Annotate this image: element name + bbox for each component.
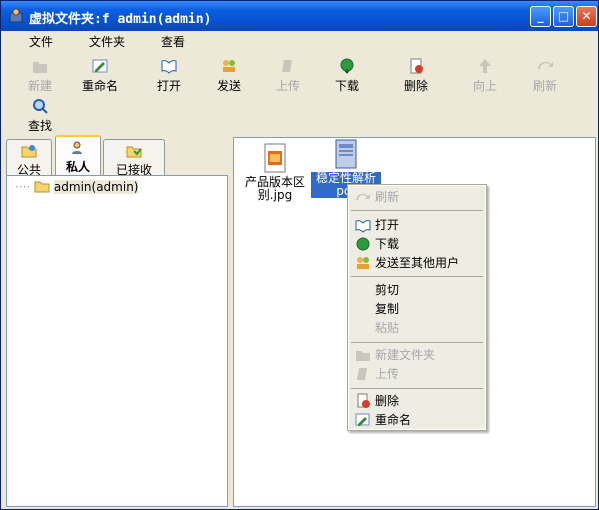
up-arrow-icon: [479, 59, 491, 73]
public-folder-icon: [21, 145, 37, 158]
menu-separator: [351, 342, 483, 343]
download-globe-icon: [356, 237, 370, 251]
upload-icon: [357, 368, 367, 380]
image-file-icon: [264, 143, 286, 173]
folder-pane: 公共 私人 已接收 ···· admin(admin): [6, 135, 228, 507]
refresh-icon: [356, 193, 370, 200]
toolbar: 新建 重命名 打开 发送 上传 下载 删除 向上 刷新 查找: [1, 52, 598, 134]
new-folder-icon: [356, 351, 370, 361]
ctx-cut[interactable]: 剪切: [349, 281, 485, 299]
download-button[interactable]: 下载: [319, 57, 375, 94]
ctx-delete[interactable]: 删除: [349, 392, 485, 410]
window-title: 虚拟文件夹:f admin(admin): [29, 12, 212, 27]
folder-tree: ···· admin(admin): [6, 175, 228, 507]
send-users-icon: [357, 257, 369, 269]
app-icon: [9, 8, 23, 23]
folder-open-icon: [34, 181, 50, 193]
menu-file[interactable]: 文件: [29, 33, 53, 50]
ctx-rename[interactable]: 重命名: [349, 411, 485, 429]
send-button[interactable]: 发送: [201, 57, 257, 94]
menu-separator: [351, 388, 483, 389]
open-button[interactable]: 打开: [141, 57, 197, 94]
app-window: 虚拟文件夹:f admin(admin) _ □ ✕ 文件 文件夹 查看 新建 …: [0, 0, 599, 510]
new-icon: [33, 62, 47, 73]
download-globe-icon: [340, 58, 354, 74]
pdf-file-icon: [335, 139, 357, 169]
ctx-new-folder[interactable]: 新建文件夹: [349, 346, 485, 364]
delete-icon: [410, 58, 423, 74]
delete-button[interactable]: 删除: [388, 57, 444, 94]
tab-received[interactable]: 已接收: [103, 139, 165, 177]
ctx-send-to-others[interactable]: 发送至其他用户: [349, 254, 485, 272]
maximize-button[interactable]: □: [553, 6, 574, 27]
menu-separator: [351, 276, 483, 277]
delete-icon: [357, 393, 370, 408]
close-button[interactable]: ✕: [576, 6, 597, 27]
ctx-upload[interactable]: 上传: [349, 365, 485, 383]
ctx-paste[interactable]: 粘贴: [349, 319, 485, 337]
new-button[interactable]: 新建: [12, 57, 68, 94]
file-name: 产品版本区 别.jpg: [244, 175, 305, 202]
minimize-button[interactable]: _: [530, 6, 551, 27]
tab-private[interactable]: 私人: [55, 135, 101, 176]
ctx-refresh[interactable]: 刷新: [349, 188, 485, 206]
upload-icon: [282, 60, 292, 72]
tree-line: ····: [15, 180, 31, 194]
open-book-icon: [355, 220, 371, 233]
find-button[interactable]: 查找: [12, 97, 68, 134]
open-book-icon: [161, 60, 177, 74]
ctx-open[interactable]: 打开: [349, 216, 485, 234]
send-users-icon: [223, 60, 235, 72]
tree-item-label: admin(admin): [53, 180, 139, 194]
menu-folder[interactable]: 文件夹: [89, 33, 125, 50]
refresh-button[interactable]: 刷新: [517, 57, 573, 94]
rename-icon: [92, 59, 108, 73]
title-bar[interactable]: 虚拟文件夹:f admin(admin) _ □ ✕: [1, 1, 598, 31]
context-menu: 刷新 打开 下载 发送至其他用户 剪切 复制 粘贴 新建文件夹 上传 删除 重命…: [347, 184, 487, 431]
menu-view[interactable]: 查看: [161, 33, 185, 50]
ctx-copy[interactable]: 复制: [349, 300, 485, 318]
upload-button[interactable]: 上传: [260, 57, 316, 94]
menu-separator: [351, 210, 483, 211]
tree-item-admin[interactable]: ···· admin(admin): [15, 179, 139, 194]
private-user-icon: [72, 141, 82, 154]
rename-icon: [355, 413, 370, 426]
folder-tabs: 公共 私人 已接收: [6, 135, 228, 177]
ctx-download[interactable]: 下载: [349, 235, 485, 253]
up-button[interactable]: 向上: [457, 57, 513, 94]
refresh-icon: [538, 61, 553, 69]
received-folder-icon: [126, 146, 142, 158]
menu-bar: 文件 文件夹 查看: [1, 31, 598, 51]
file-item[interactable]: 产品版本区 别.jpg: [240, 142, 310, 202]
tab-public[interactable]: 公共: [6, 139, 52, 177]
rename-button[interactable]: 重命名: [72, 57, 128, 94]
search-icon: [33, 99, 48, 114]
